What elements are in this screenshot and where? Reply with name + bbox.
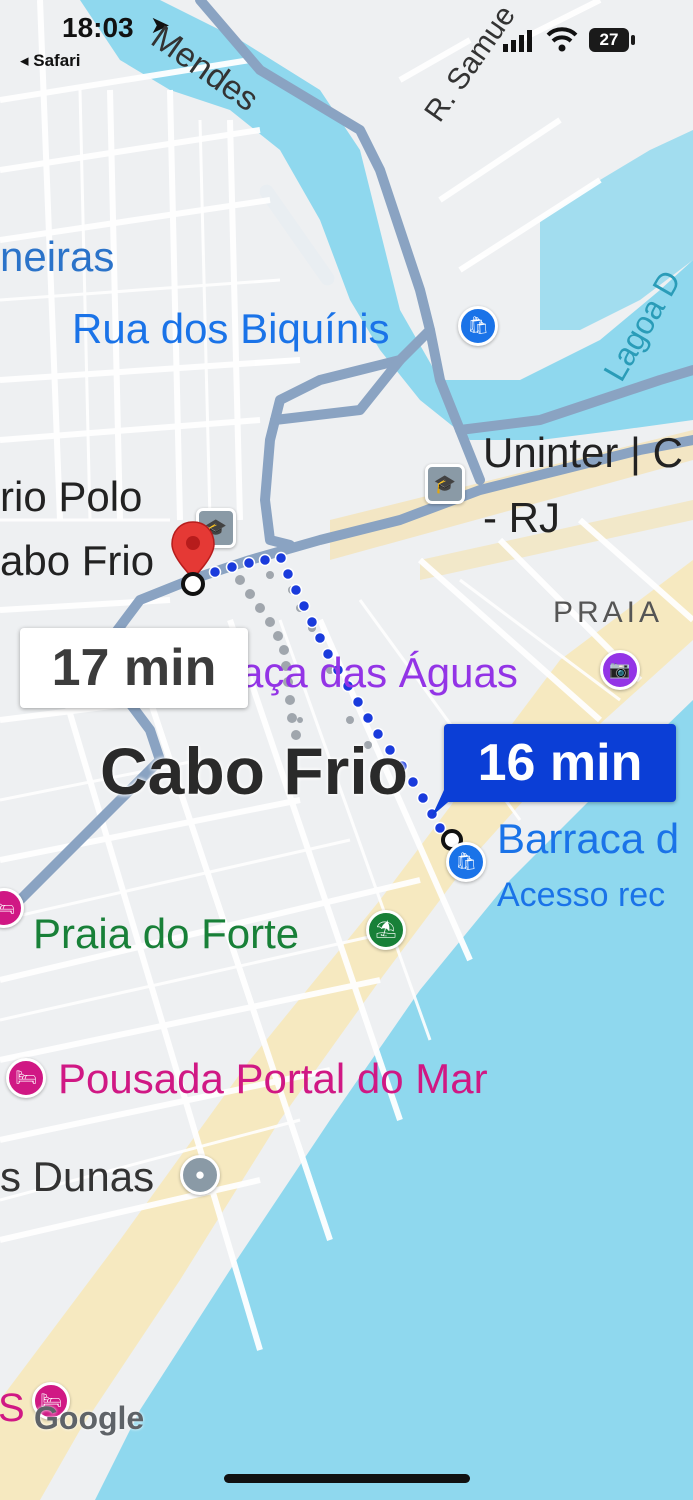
poi-label-uninter-line2[interactable]: - RJ (483, 497, 560, 539)
battery-level: 27 (599, 30, 619, 49)
shopping-bag-icon[interactable]: 🛍 (458, 306, 498, 346)
poi-label-polo-line1[interactable]: rio Polo (0, 476, 142, 518)
wifi-icon (546, 27, 578, 52)
route-badge-pointer (432, 790, 462, 816)
poi-label-polo-line2[interactable]: abo Frio (0, 540, 154, 582)
poi-sublabel-acesso: Acesso rec (497, 876, 666, 914)
home-indicator[interactable] (224, 1474, 470, 1483)
poi-label-praia-do-forte[interactable]: Praia do Forte (33, 913, 299, 955)
route-badge-alternate[interactable]: 17 min (20, 628, 248, 708)
beach-umbrella-icon[interactable]: ⛱ (366, 910, 406, 950)
back-to-safari-link[interactable]: ◂ Safari (20, 52, 81, 69)
poi-label-rua-dos-biquinis[interactable]: Rua dos Biquínis (72, 308, 390, 350)
area-label-praia: PRAIA (553, 596, 664, 629)
camera-icon[interactable]: 📷 (600, 650, 640, 690)
graduation-cap-icon[interactable]: 🎓 (425, 464, 465, 504)
route-badge-selected[interactable]: 16 min (444, 724, 676, 802)
poi-label-praca-das-aguas[interactable]: aça das Águas (240, 652, 518, 694)
poi-label-dunas[interactable]: s Dunas (0, 1156, 154, 1198)
google-attribution: Google (34, 1400, 145, 1436)
neighborhood-label: neiras (0, 233, 115, 280)
route-time-alternate: 17 min (51, 639, 217, 697)
status-time: 18:03 (62, 12, 134, 43)
poi-label-barraca[interactable]: Barraca d (497, 818, 679, 860)
hotel-bed-icon[interactable]: 🛏 (6, 1058, 46, 1098)
status-bar: 18:03 ➤ ◂ Safari 27 (0, 0, 693, 80)
shopping-bag-icon[interactable]: 🛍 (446, 842, 486, 882)
poi-label-pousada[interactable]: Pousada Portal do Mar (58, 1058, 488, 1100)
destination-marker-icon[interactable] (170, 520, 216, 600)
poi-label-uninter-line1[interactable]: Uninter | C (483, 432, 683, 474)
battery-tip (631, 35, 635, 45)
poi-label-bottom-fragment[interactable]: S (0, 1388, 25, 1428)
place-marker-icon[interactable]: ● (180, 1155, 220, 1195)
battery-icon: 27 (589, 28, 629, 52)
route-time-selected: 16 min (477, 734, 643, 792)
city-label: Cabo Frio (100, 734, 408, 808)
